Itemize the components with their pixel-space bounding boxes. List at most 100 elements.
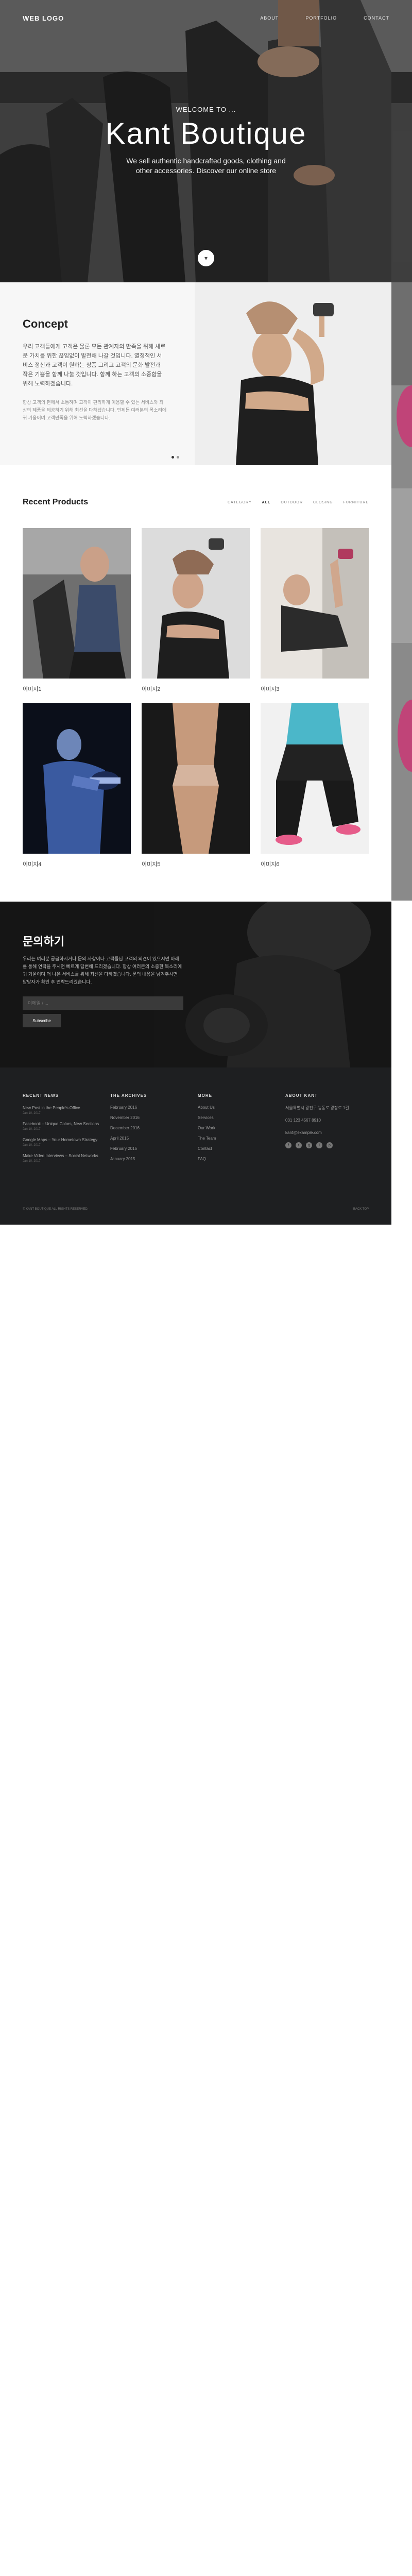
- contact-description: 우리는 여러분 궁금하시거나 문의 사항이나 고객들님 고객의 의견이 있으시면…: [23, 956, 182, 985]
- product-caption[interactable]: 이미지1: [23, 685, 131, 693]
- footer-recent-news: RECENT NEWS New Post in the People's Off…: [23, 1093, 110, 1169]
- products-header: Recent Products CATEGORY ALL OUTDOOR CLO…: [23, 498, 369, 507]
- footer-more-link[interactable]: About Us: [198, 1105, 285, 1110]
- filter-closing[interactable]: CLOSING: [313, 501, 333, 504]
- footer-address: 서울특별시 광진구 능동로 광장로 1길: [285, 1106, 349, 1110]
- product-caption[interactable]: 이미지2: [142, 685, 250, 693]
- filter-category[interactable]: CATEGORY: [228, 501, 252, 504]
- products-title: Recent Products: [23, 498, 89, 506]
- footer-archive-link[interactable]: November 2016: [110, 1115, 198, 1120]
- footer-post-date: Jan 10, 2017: [23, 1128, 41, 1131]
- footer-more-link[interactable]: Our Work: [198, 1126, 285, 1130]
- footer-post-date: Jan 10, 2017: [23, 1160, 41, 1163]
- product-card[interactable]: 이미지5: [142, 703, 250, 878]
- footer-archives: THE ARCHIVES February 2016 November 2016…: [110, 1093, 198, 1169]
- filter-all[interactable]: ALL: [262, 501, 271, 504]
- footer-bottom-bar: © KANT BOUTIQUE ALL RIGHTS RESERVED. BAC…: [23, 1208, 369, 1211]
- menu-item-about[interactable]: ABOUT: [260, 15, 279, 21]
- product-card[interactable]: 이미지2: [142, 528, 250, 703]
- concept-title: Concept: [23, 317, 68, 330]
- footer-post-date: Jan 10, 2017: [23, 1144, 41, 1147]
- product-image[interactable]: [23, 528, 131, 679]
- footer-archive-link[interactable]: February 2015: [110, 1146, 198, 1151]
- product-grid: 이미지1 이미지2 이미지3 이미지4 이미지5 이미지6: [23, 528, 369, 878]
- concept-paragraph-secondary: 항상 고객의 편에서 소통하며 고객이 편리하게 이용할 수 있는 서비스와 최…: [23, 400, 167, 420]
- scroll-down-button[interactable]: ▾: [198, 250, 214, 266]
- product-caption[interactable]: 이미지3: [261, 685, 369, 693]
- main-menu: ABOUT PORTFOLIO CONTACT: [260, 15, 389, 21]
- footer-archive-link[interactable]: February 2016: [110, 1105, 198, 1110]
- footer-more-link[interactable]: Services: [198, 1115, 285, 1120]
- contact-section: 문의하기 우리는 여러분 궁금하시거나 문의 사항이나 고객들님 고객의 의견이…: [0, 902, 391, 1067]
- footer-more-link[interactable]: FAQ: [198, 1157, 285, 1161]
- subscribe-button[interactable]: Subscribe: [23, 1014, 61, 1027]
- product-card[interactable]: 이미지6: [261, 703, 369, 878]
- products-section: Recent Products CATEGORY ALL OUTDOOR CLO…: [0, 465, 391, 902]
- contact-background-image: [154, 902, 391, 1067]
- product-card[interactable]: 이미지3: [261, 528, 369, 703]
- hero-copy: WELCOME TO ... Kant Boutique We sell aut…: [0, 106, 412, 176]
- footer-post[interactable]: Make Video Interviews – Social Networks …: [23, 1153, 110, 1163]
- footer-archive-link[interactable]: April 2015: [110, 1136, 198, 1141]
- footer-archive-link[interactable]: January 2015: [110, 1157, 198, 1161]
- footer-post-title[interactable]: New Post in the People's Office: [23, 1105, 110, 1111]
- footer-heading: ABOUT KANT: [285, 1093, 318, 1098]
- google-icon[interactable]: g: [306, 1142, 312, 1148]
- contact-text: 문의하기 우리는 여러분 궁금하시거나 문의 사항이나 고객들님 고객의 의견이…: [23, 933, 183, 1027]
- back-to-top-link[interactable]: BACK TOP: [353, 1208, 369, 1211]
- product-image[interactable]: [142, 528, 250, 679]
- social-links: f t g i p: [285, 1142, 369, 1148]
- footer-archive-link[interactable]: December 2016: [110, 1126, 198, 1130]
- footer-post[interactable]: New Post in the People's Office Jan 10, …: [23, 1105, 110, 1115]
- footer-heading: MORE: [198, 1093, 212, 1098]
- hero-subtitle: WELCOME TO ...: [176, 106, 236, 113]
- twitter-icon[interactable]: t: [296, 1142, 302, 1148]
- product-image[interactable]: [142, 703, 250, 854]
- contact-email-input[interactable]: [23, 996, 183, 1010]
- slider-dot-1[interactable]: [171, 456, 174, 459]
- footer-post-title[interactable]: Make Video Interviews – Social Networks: [23, 1153, 110, 1159]
- concept-paragraph: 우리 고객들에게 고객은 물론 모든 관계자의 만족을 위해 새로운 가치를 위…: [23, 344, 166, 387]
- copyright-text: © KANT BOUTIQUE ALL RIGHTS RESERVED.: [23, 1208, 89, 1211]
- footer-post-title[interactable]: Facebook – Unique Colors, New Sections: [23, 1121, 110, 1127]
- product-card[interactable]: 이미지4: [23, 703, 131, 878]
- hero-title: Kant Boutique: [105, 117, 307, 150]
- concept-image: [195, 282, 391, 465]
- contact-title: 문의하기: [23, 935, 64, 948]
- site-footer: RECENT NEWS New Post in the People's Off…: [0, 1067, 391, 1225]
- footer-post-title[interactable]: Google Maps – Your Hometown Strategy: [23, 1137, 110, 1143]
- footer-about: ABOUT KANT 서울특별시 광진구 능동로 광장로 1길 031 123 …: [285, 1093, 369, 1169]
- menu-item-portfolio[interactable]: PORTFOLIO: [305, 15, 337, 21]
- concept-section: Concept 우리 고객들에게 고객은 물론 모든 관계자의 만족을 위해 새…: [0, 282, 391, 465]
- footer-post[interactable]: Google Maps – Your Hometown Strategy Jan…: [23, 1137, 110, 1147]
- product-image[interactable]: [23, 703, 131, 854]
- product-caption[interactable]: 이미지5: [142, 860, 250, 868]
- footer-more-link[interactable]: Contact: [198, 1146, 285, 1151]
- site-logo[interactable]: WEB LOGO: [23, 14, 64, 22]
- footer-columns: RECENT NEWS New Post in the People's Off…: [23, 1093, 369, 1169]
- product-caption[interactable]: 이미지4: [23, 860, 131, 868]
- product-card[interactable]: 이미지1: [23, 528, 131, 703]
- footer-more-link[interactable]: The Team: [198, 1136, 285, 1141]
- footer-phone: 031 123 4567 8910: [285, 1118, 321, 1123]
- facebook-icon[interactable]: f: [285, 1142, 291, 1148]
- menu-item-contact[interactable]: CONTACT: [364, 15, 389, 21]
- product-filters: CATEGORY ALL OUTDOOR CLOSING FURNITURE: [228, 501, 369, 504]
- top-navigation: WEB LOGO ABOUT PORTFOLIO CONTACT: [0, 0, 412, 36]
- filter-outdoor[interactable]: OUTDOOR: [281, 501, 303, 504]
- product-image[interactable]: [261, 703, 369, 854]
- footer-post-date: Jan 10, 2017: [23, 1112, 41, 1115]
- footer-email[interactable]: kant@example.com: [285, 1130, 369, 1136]
- product-caption[interactable]: 이미지6: [261, 860, 369, 868]
- footer-more: MORE About Us Services Our Work The Team…: [198, 1093, 285, 1169]
- footer-heading: RECENT NEWS: [23, 1093, 59, 1098]
- product-image[interactable]: [261, 528, 369, 679]
- pinterest-icon[interactable]: p: [327, 1142, 333, 1148]
- chevron-down-icon: ▾: [204, 255, 208, 262]
- footer-post[interactable]: Facebook – Unique Colors, New Sections J…: [23, 1121, 110, 1131]
- filter-furniture[interactable]: FURNITURE: [344, 501, 369, 504]
- instagram-icon[interactable]: i: [316, 1142, 322, 1148]
- concept-text: Concept 우리 고객들에게 고객은 물론 모든 관계자의 만족을 위해 새…: [23, 317, 167, 422]
- footer-heading: THE ARCHIVES: [110, 1093, 147, 1098]
- slider-dot-2[interactable]: [177, 456, 179, 459]
